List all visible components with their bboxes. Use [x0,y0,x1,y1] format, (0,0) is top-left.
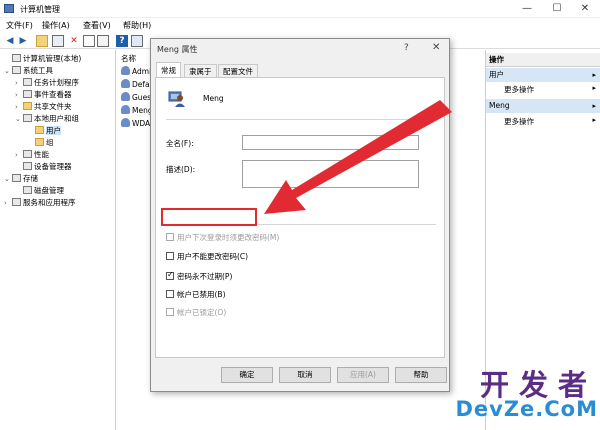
help-icon[interactable]: ? [116,35,128,47]
ok-button[interactable]: 确定 [221,367,273,383]
tab-member-of[interactable]: 隶属于 [184,64,217,77]
properties-icon[interactable] [52,35,64,47]
services-icon [12,198,21,206]
user-icon [121,118,130,127]
more-actions-link[interactable]: 更多操作 [504,116,534,127]
watermark-chinese: 开发者 [479,368,597,402]
forward-icon[interactable]: ▶ [17,35,29,47]
close-button[interactable]: ✕ [573,2,597,16]
checkbox-box [166,233,174,241]
event-viewer-icon [23,90,32,98]
checkbox-box [166,270,174,280]
checkbox-box [166,308,174,316]
password-never-expires-checkbox[interactable]: 密码永不过期(P) [166,270,232,282]
list-item[interactable]: Admi [121,66,151,78]
window-titlebar: 计算机管理 — ☐ ✕ [0,0,600,18]
column-header-name[interactable]: 名称 [121,53,136,64]
cancel-button[interactable]: 取消 [279,367,331,383]
tree-item-groups[interactable]: 组 [27,137,54,149]
computer-management-icon [4,4,14,13]
tree-item-disk-management[interactable]: 磁盘管理 [15,185,64,197]
username-label: Meng [203,94,224,103]
more-actions-link[interactable]: 更多操作 [504,84,534,95]
user-icon [121,105,130,114]
folder-up-icon[interactable] [36,35,48,47]
list-item[interactable]: WDA [121,118,150,130]
user-icon [121,79,130,88]
collapse-arrow-icon[interactable]: ▸ [592,68,596,82]
disk-icon [23,186,32,194]
watermark-english: DevZe.CoM [455,397,598,421]
annotation-highlight-box [161,208,257,226]
menu-help[interactable]: 帮助(H) [123,20,151,31]
list-item[interactable]: Gues [121,92,151,104]
checkbox-box [166,290,174,298]
apply-button[interactable]: 应用(A) [337,367,389,383]
maximize-button[interactable]: ☐ [545,2,569,16]
shared-folder-icon [23,102,32,110]
minimize-button[interactable]: — [515,2,539,16]
navigation-tree: 计算机管理(本地) ⌄ 系统工具 › 任务计划程序 › 事件查看器 › 共享文件夹 ⌄ 本… [0,50,116,430]
device-manager-icon [23,162,32,170]
account-locked-checkbox[interactable]: 帐户已锁定(O) [166,308,226,318]
menu-action[interactable]: 操作(A) [42,20,70,31]
tree-item-storage[interactable]: ⌄ 存储 [4,173,38,185]
tab-profile[interactable]: 配置文件 [218,64,258,77]
computer-icon [12,54,21,62]
tree-item-event-viewer[interactable]: › 事件查看器 [15,89,72,101]
tree-item-performance[interactable]: › 性能 [15,149,49,161]
must-change-password-checkbox[interactable]: 用户下次登录时须更改密码(M) [166,233,279,243]
performance-icon [23,150,32,158]
tree-item-task-scheduler[interactable]: › 任务计划程序 [15,77,79,89]
tree-item-computer-management[interactable]: 计算机管理(本地) [4,53,81,65]
tree-item-shared-folders[interactable]: › 共享文件夹 [15,101,72,113]
user-account-icon [168,91,185,107]
refresh-icon[interactable] [97,35,109,47]
user-icon [121,66,130,75]
dialog-close-button[interactable]: ✕ [432,42,440,53]
list-item[interactable]: Defa [121,79,150,91]
folder-icon [35,138,44,146]
tree-item-system-tools[interactable]: ⌄ 系统工具 [4,65,53,77]
actions-section-meng[interactable]: Meng [486,99,600,113]
back-icon[interactable]: ◀ [4,35,16,47]
export-icon[interactable] [83,35,95,47]
tools-icon [12,66,21,74]
description-label: 描述(D): [166,165,196,174]
submenu-arrow-icon[interactable]: ▸ [592,116,596,124]
storage-icon [12,174,21,182]
tree-item-device-manager[interactable]: 设备管理器 [15,161,72,173]
window-title: 计算机管理 [20,5,60,14]
menu-file[interactable]: 文件(F) [6,20,33,31]
tree-item-users[interactable]: 用户 [27,125,61,137]
tree-item-local-users-groups[interactable]: ⌄ 本地用户和组 [15,113,79,125]
account-disabled-checkbox[interactable]: 帐户已禁用(B) [166,290,226,300]
tab-general[interactable]: 常规 [156,62,181,78]
dialog-title: Meng 属性 [157,45,198,54]
fullname-field[interactable] [242,135,419,150]
divider [166,119,436,120]
user-icon [121,92,130,101]
tree-item-services-applications[interactable]: › 服务和应用程序 [4,197,76,209]
menu-bar: 文件(F) 操作(A) 查看(V) 帮助(H) [0,18,600,33]
collapse-arrow-icon[interactable]: ▸ [592,99,596,113]
checkbox-box [166,252,174,260]
delete-icon[interactable]: ✕ [68,35,80,47]
cannot-change-password-checkbox[interactable]: 用户不能更改密码(C) [166,252,248,262]
menu-view[interactable]: 查看(V) [83,20,111,31]
dialog-help-button[interactable]: ? [404,43,409,53]
list-item[interactable]: Meng [121,105,153,117]
task-scheduler-icon [23,78,32,86]
fullname-label: 全名(F): [166,139,194,148]
submenu-arrow-icon[interactable]: ▸ [592,84,596,92]
folder-icon [35,126,44,134]
actions-section-users[interactable]: 用户 [486,68,600,82]
actions-header: 操作 [486,53,600,67]
description-field[interactable] [242,160,419,188]
users-groups-icon [23,114,32,122]
view-icon[interactable] [131,35,143,47]
